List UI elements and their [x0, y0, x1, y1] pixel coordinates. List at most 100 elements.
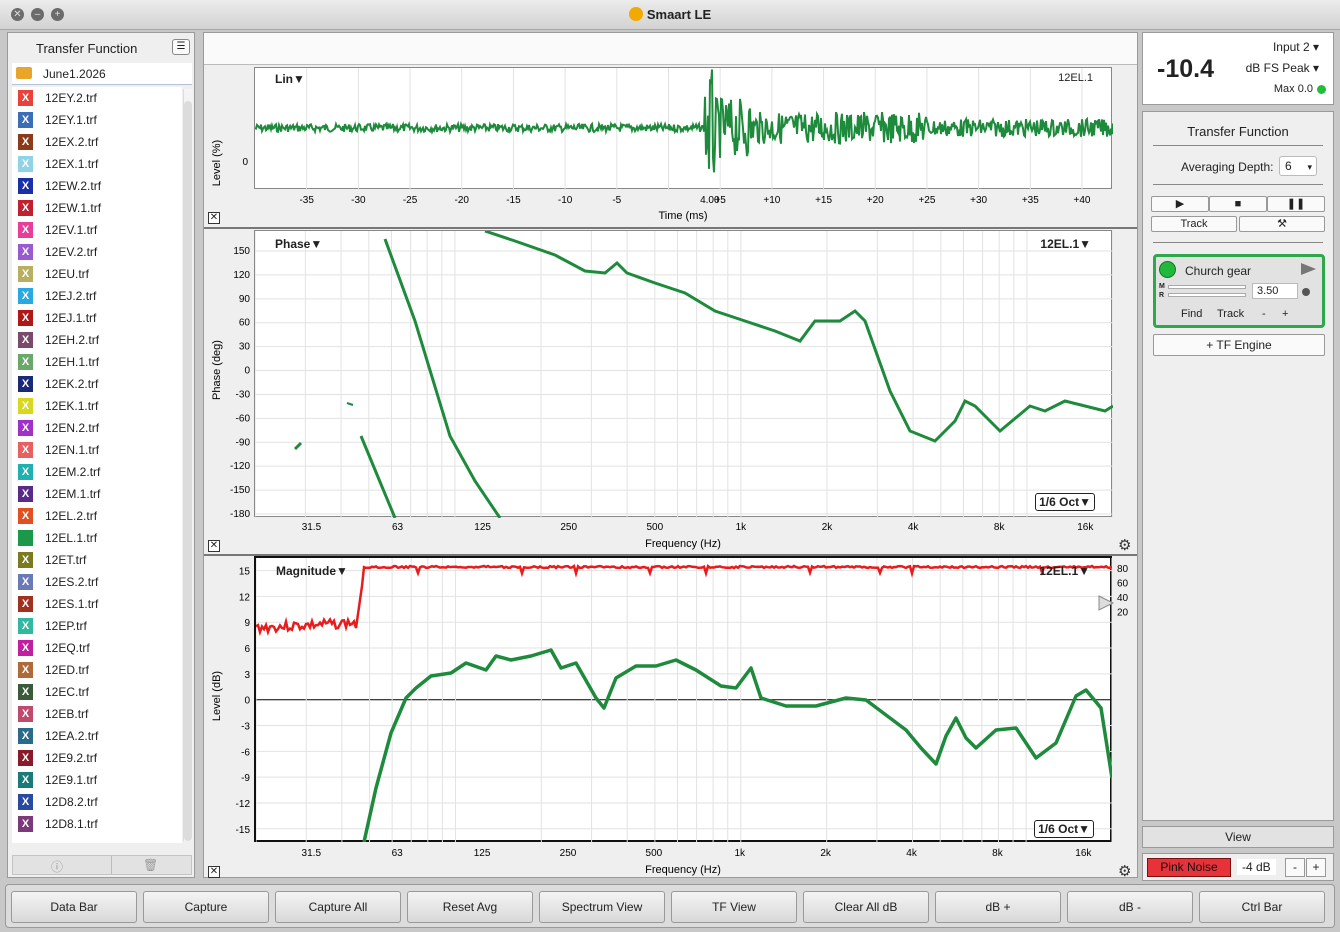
tools-icon[interactable]: ⚒ — [1239, 216, 1325, 232]
magnitude-x-axis-label: Frequency (Hz) — [645, 864, 721, 876]
file-list-item[interactable]: X 12E9.1.trf — [12, 769, 182, 791]
meter-input-select[interactable]: Input 2 ▾ — [1273, 40, 1319, 54]
folder-row[interactable]: June1.2026 — [12, 63, 192, 85]
file-list-item[interactable]: X 12EV.2.trf — [12, 241, 182, 263]
clear-all-db-button[interactable]: Clear All dB — [803, 891, 929, 923]
file-list-item[interactable]: X 12EN.1.trf — [12, 439, 182, 461]
file-list-item[interactable]: X 12ES.2.trf — [12, 571, 182, 593]
db-button[interactable]: dB - — [1067, 891, 1193, 923]
phase-settings-gear-icon[interactable]: ⚙ — [1118, 536, 1131, 554]
file-list-item[interactable]: X 12EX.2.trf — [12, 131, 182, 153]
file-list-item[interactable]: X 12EH.2.trf — [12, 329, 182, 351]
file-list-item[interactable]: X 12EK.1.trf — [12, 395, 182, 417]
file-list-item[interactable]: X 12EA.2.trf — [12, 725, 182, 747]
phase-y-tick: 90 — [239, 294, 251, 305]
file-list-item[interactable]: X 12EQ.trf — [12, 637, 182, 659]
file-list-item[interactable]: X 12EL.2.trf — [12, 505, 182, 527]
file-name: 12EM.1.trf — [45, 487, 100, 501]
file-list-item[interactable]: X 12D8.1.trf — [12, 813, 182, 835]
capture-all-button[interactable]: Capture All — [275, 891, 401, 923]
file-list-item[interactable]: X 12EW.2.trf — [12, 175, 182, 197]
file-list-item[interactable]: 12EL.1.trf — [12, 527, 182, 549]
delay-input[interactable]: 3.50 — [1252, 283, 1298, 299]
pink-noise-button[interactable]: Pink Noise — [1147, 858, 1231, 877]
trace-file-icon: X — [18, 728, 33, 744]
delay-plus-button[interactable]: + — [1282, 308, 1288, 320]
file-list-item[interactable]: X 12EH.1.trf — [12, 351, 182, 373]
file-list-item[interactable]: X 12EM.2.trf — [12, 461, 182, 483]
file-list-item[interactable]: X 12EC.trf — [12, 681, 182, 703]
view-button[interactable]: View — [1142, 826, 1334, 848]
meter-mode-select[interactable]: dB FS Peak ▾ — [1246, 61, 1319, 75]
file-name: 12EX.1.trf — [45, 157, 98, 171]
track-delay-button[interactable]: Track — [1217, 308, 1244, 320]
file-list-item[interactable]: X 12D8.2.trf — [12, 791, 182, 813]
capture-button[interactable]: Capture — [143, 891, 269, 923]
file-list-item[interactable]: X 12EV.1.trf — [12, 219, 182, 241]
generator-minus-button[interactable]: - — [1285, 858, 1305, 877]
pause-button[interactable]: ❚❚ — [1267, 196, 1325, 212]
file-list-item[interactable]: X 12EN.2.trf — [12, 417, 182, 439]
plot-divider-1[interactable] — [204, 227, 1137, 229]
trace-file-icon: X — [18, 178, 33, 194]
file-list-item[interactable]: X 12EU.trf — [12, 263, 182, 285]
coherence-handle-icon[interactable] — [1099, 596, 1113, 610]
data-bar-button[interactable]: Data Bar — [11, 891, 137, 923]
add-tf-engine-button[interactable]: + TF Engine — [1153, 334, 1325, 356]
measurement-on-led[interactable] — [1159, 261, 1176, 278]
averaging-depth-select[interactable]: 6 ▾ — [1279, 156, 1317, 176]
impulse-plot-close-icon[interactable]: ✕ — [208, 212, 220, 224]
file-list-scroll-thumb[interactable] — [184, 101, 192, 841]
file-list[interactable]: X 12EY.2.trf X 12EY.1.trf X 12EX.2.trf X 12EX.1… — [12, 87, 182, 843]
measurement-card[interactable]: Church gear MR 3.50 Find Track - + — [1153, 254, 1325, 328]
file-name: 12D8.1.trf — [45, 817, 98, 831]
file-list-item[interactable]: X 12EP.trf — [12, 615, 182, 637]
file-list-item[interactable]: X 12E9.2.trf — [12, 747, 182, 769]
track-button[interactable]: Track — [1151, 216, 1237, 232]
trace-file-icon: X — [18, 596, 33, 612]
coherence-tick: 20 — [1117, 608, 1129, 619]
trace-file-icon: X — [18, 464, 33, 480]
play-button[interactable]: ▶ — [1151, 196, 1209, 212]
impulse-x-tick: +10 — [763, 195, 780, 206]
info-icon[interactable]: ⓘ — [51, 858, 63, 875]
file-browser-footer: ⓘ 🗑 — [12, 855, 192, 875]
magnitude-x-tick: 125 — [474, 848, 491, 859]
stop-button[interactable]: ■ — [1209, 196, 1267, 212]
ctrl-bar-button[interactable]: Ctrl Bar — [1199, 891, 1325, 923]
file-list-item[interactable]: X 12ET.trf — [12, 549, 182, 571]
magnitude-plot-close-icon[interactable]: ✕ — [208, 866, 220, 878]
file-list-item[interactable]: X 12EK.2.trf — [12, 373, 182, 395]
phase-y-tick: -180 — [230, 509, 250, 520]
file-list-item[interactable]: X 12EW.1.trf — [12, 197, 182, 219]
impulse-x-tick: -5 — [612, 195, 621, 206]
file-list-item[interactable]: X 12EY.2.trf — [12, 87, 182, 109]
generator-level[interactable]: -4 dB — [1237, 859, 1276, 875]
measurement-expand-icon[interactable] — [1301, 263, 1316, 275]
magnitude-y-tick: 12 — [239, 592, 251, 603]
file-list-item[interactable]: X 12EJ.2.trf — [12, 285, 182, 307]
file-list-item[interactable]: X 12EB.trf — [12, 703, 182, 725]
delay-minus-button[interactable]: - — [1262, 308, 1266, 320]
reset-avg-button[interactable]: Reset Avg — [407, 891, 533, 923]
tf-view-button[interactable]: TF View — [671, 891, 797, 923]
file-list-item[interactable]: X 12ED.trf — [12, 659, 182, 681]
file-list-item[interactable]: X 12ES.1.trf — [12, 593, 182, 615]
db-button[interactable]: dB + — [935, 891, 1061, 923]
file-list-item[interactable]: X 12EM.1.trf — [12, 483, 182, 505]
spectrum-view-button[interactable]: Spectrum View — [539, 891, 665, 923]
impulse-x-tick: +15 — [815, 195, 832, 206]
file-browser-menu-icon[interactable]: ☰ — [172, 39, 190, 55]
magnitude-settings-gear-icon[interactable]: ⚙ — [1118, 862, 1131, 880]
record-icon[interactable] — [1302, 288, 1310, 296]
trash-icon[interactable]: 🗑 — [143, 858, 158, 872]
trace-file-icon: X — [18, 310, 33, 326]
file-list-item[interactable]: X 12EJ.1.trf — [12, 307, 182, 329]
phase-plot-close-icon[interactable]: ✕ — [208, 540, 220, 552]
find-delay-button[interactable]: Find — [1181, 308, 1202, 320]
file-name: 12EJ.1.trf — [45, 311, 96, 325]
file-list-item[interactable]: X 12EY.1.trf — [12, 109, 182, 131]
file-list-item[interactable]: X 12EX.1.trf — [12, 153, 182, 175]
phase-y-tick: 30 — [239, 342, 251, 353]
generator-plus-button[interactable]: + — [1306, 858, 1326, 877]
